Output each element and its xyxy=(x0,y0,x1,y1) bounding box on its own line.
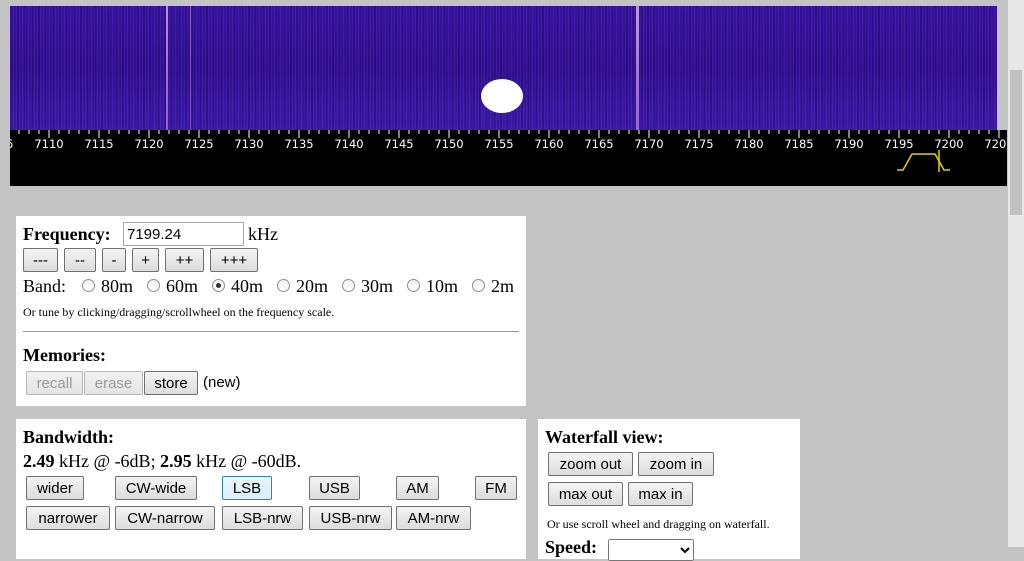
scale-tick-label: 7110 xyxy=(34,137,63,151)
scale-tick-label: 7160 xyxy=(534,137,563,151)
waterfall-hint: Or use scroll wheel and dragging on wate… xyxy=(547,517,770,531)
scale-tick-label: 7180 xyxy=(734,137,763,151)
scale-tick-label: 7165 xyxy=(584,137,613,151)
band-radio-30m[interactable] xyxy=(342,279,355,292)
band-label-2m: 2m xyxy=(491,276,515,296)
max-in-button[interactable]: max in xyxy=(628,482,693,506)
erase-button[interactable]: erase xyxy=(84,371,143,395)
bandwidth-60db-text: kHz @ -60dB. xyxy=(191,451,302,471)
memory-status: (new) xyxy=(203,374,241,391)
speed-label: Speed: xyxy=(545,537,598,557)
recall-button[interactable]: recall xyxy=(26,371,83,395)
lsb-nrw-button[interactable]: LSB-nrw xyxy=(222,506,303,530)
tuning-hint: Or tune by clicking/dragging/scrollwheel… xyxy=(23,305,335,319)
bandwidth-6db-value: 2.49 xyxy=(23,451,55,471)
frequency-scale[interactable]: 7105 7110 7115 7120 7125 7130 7135 7140 7145 7150… xyxy=(10,130,1007,186)
waterfall-display[interactable] xyxy=(10,6,997,130)
step-down-medium-button[interactable]: -- xyxy=(64,248,96,272)
scale-tick-label: 7170 xyxy=(634,137,663,151)
scale-tick-label: 7115 xyxy=(84,137,113,151)
signal-trace xyxy=(166,6,168,130)
signal-trace xyxy=(636,6,639,130)
scale-tick-label: 7145 xyxy=(384,137,413,151)
waterfall-view-panel: Waterfall view: zoom out zoom in max out… xyxy=(538,419,800,561)
step-up-medium-button[interactable]: ++ xyxy=(165,248,204,272)
scale-tick-label: 7150 xyxy=(434,137,463,151)
usb-button[interactable]: USB xyxy=(309,476,360,500)
usb-nrw-button[interactable]: USB-nrw xyxy=(309,506,392,530)
store-button[interactable]: store xyxy=(144,371,198,395)
step-down-large-button[interactable]: --- xyxy=(23,248,58,272)
scale-tick-label: 7155 xyxy=(484,137,513,151)
speed-select[interactable] xyxy=(608,539,694,561)
bandwidth-readout: 2.49 kHz @ -6dB; 2.95 kHz @ -60dB. xyxy=(23,451,301,472)
scale-tick-label: 7105 xyxy=(10,137,14,151)
frequency-unit: kHz xyxy=(248,224,278,244)
band-label-20m: 20m xyxy=(296,276,329,296)
band-radio-20m[interactable] xyxy=(277,279,290,292)
bandwidth-label: Bandwidth: xyxy=(23,427,115,447)
lsb-button[interactable]: LSB xyxy=(222,476,272,500)
band-radio-40m[interactable] xyxy=(212,279,225,292)
scale-tick-label: 7190 xyxy=(834,137,863,151)
memories-label: Memories: xyxy=(23,345,106,365)
band-radio-10m[interactable] xyxy=(407,279,420,292)
frequency-panel: Frequency: kHz --- -- - + ++ +++ Band: 8… xyxy=(16,216,526,406)
waterfall-view-label: Waterfall view: xyxy=(545,427,664,447)
scale-tick-label: 7130 xyxy=(234,137,263,151)
scale-tick-label: 7135 xyxy=(284,137,313,151)
scale-tick-label: 7185 xyxy=(784,137,813,151)
passband-marker[interactable] xyxy=(897,153,950,171)
bandwidth-6db-text: kHz @ -6dB; xyxy=(54,451,161,471)
step-up-large-button[interactable]: +++ xyxy=(210,248,258,272)
scale-tick-label: 7120 xyxy=(134,137,163,151)
scale-tick-label: 7205 xyxy=(984,137,1007,151)
cw-wide-button[interactable]: CW-wide xyxy=(115,476,197,500)
waterfall-blob xyxy=(481,79,523,113)
scale-tick-label: 7140 xyxy=(334,137,363,151)
band-label-40m: 40m xyxy=(231,276,264,296)
narrower-button[interactable]: narrower xyxy=(26,506,110,530)
frequency-input[interactable] xyxy=(123,222,244,246)
band-label: Band: xyxy=(23,276,66,296)
am-button[interactable]: AM xyxy=(396,476,439,500)
bandwidth-60db-value: 2.95 xyxy=(160,451,192,471)
step-down-small-button[interactable]: - xyxy=(102,248,126,272)
scale-tick-label: 7125 xyxy=(184,137,213,151)
scale-tick-label: 7175 xyxy=(684,137,713,151)
frequency-scale-svg[interactable]: 7105 7110 7115 7120 7125 7130 7135 7140 7145 7150… xyxy=(10,130,1007,186)
frequency-label: Frequency: xyxy=(23,224,111,244)
scale-tick-label: 7200 xyxy=(934,137,963,151)
scrollbar-thumb[interactable] xyxy=(1010,70,1022,215)
divider xyxy=(23,331,519,332)
band-radio-60m[interactable] xyxy=(147,279,160,292)
band-label-60m: 60m xyxy=(166,276,199,296)
zoom-out-button[interactable]: zoom out xyxy=(548,452,633,476)
band-label-10m: 10m xyxy=(426,276,459,296)
band-label-30m: 30m xyxy=(361,276,394,296)
scale-tick-label: 7195 xyxy=(884,137,913,151)
band-radio-2m[interactable] xyxy=(472,279,485,292)
wider-button[interactable]: wider xyxy=(26,476,84,500)
fm-button[interactable]: FM xyxy=(475,476,517,500)
vertical-scrollbar[interactable] xyxy=(1008,0,1024,547)
band-radio-80m[interactable] xyxy=(82,279,95,292)
cw-narrow-button[interactable]: CW-narrow xyxy=(115,506,215,530)
max-out-button[interactable]: max out xyxy=(548,482,623,506)
step-up-small-button[interactable]: + xyxy=(132,248,159,272)
band-label-80m: 80m xyxy=(101,276,134,296)
signal-trace xyxy=(190,6,191,130)
zoom-in-button[interactable]: zoom in xyxy=(638,452,714,476)
am-nrw-button[interactable]: AM-nrw xyxy=(396,506,471,530)
bandwidth-panel: Bandwidth: 2.49 kHz @ -6dB; 2.95 kHz @ -… xyxy=(16,419,526,559)
